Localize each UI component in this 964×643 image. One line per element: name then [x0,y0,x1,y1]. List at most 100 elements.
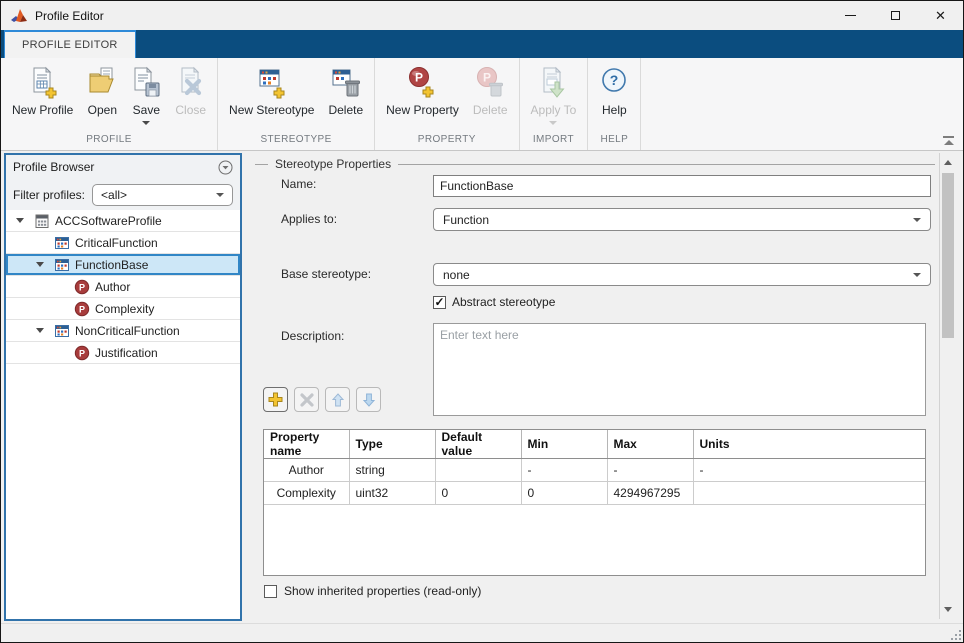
section-title: Stereotype Properties [275,157,391,171]
table-row[interactable]: Complexity uint32 0 0 4294967295 [264,482,925,505]
save-button[interactable]: Save [124,60,168,125]
cell-max[interactable]: 4294967295 [607,482,693,505]
chevron-down-icon [913,273,921,277]
add-property-button[interactable] [263,387,288,412]
column-header[interactable]: Default value [435,430,521,459]
expander-icon[interactable] [36,328,54,333]
cell-max[interactable]: - [607,459,693,482]
ribbon-group-property: P New Property P [375,58,519,150]
close-profile-button[interactable]: Close [168,60,213,117]
delete-property-row-button[interactable] [294,387,319,412]
tree-item-author[interactable]: P Author [6,276,240,298]
tree-item-complexity[interactable]: P Complexity [6,298,240,320]
new-profile-button[interactable]: New Profile [5,60,80,117]
profile-icon [34,213,50,229]
new-stereotype-button[interactable]: New Stereotype [222,60,321,117]
profile-browser-panel: Profile Browser Filter profiles: <all> [4,153,242,621]
save-dropdown-caret-icon[interactable] [142,121,150,125]
chevron-down-icon [913,218,921,222]
tree-item-functionbase[interactable]: FunctionBase [6,254,240,276]
cell-type[interactable]: string [349,459,435,482]
column-header[interactable]: Property name [264,430,349,459]
applies-to-value: Function [443,213,489,227]
help-button[interactable]: ? Help [592,60,636,117]
tree-item-noncriticalfunction[interactable]: NonCriticalFunction [6,320,240,342]
name-field[interactable] [433,175,931,197]
scroll-up-button[interactable] [940,155,956,170]
minimize-button[interactable] [828,1,873,30]
apply-to-dropdown-caret-icon [549,121,557,125]
cell-property-name[interactable]: Complexity [264,482,349,505]
help-icon: ? [599,64,629,100]
open-folder-icon [87,64,117,100]
new-property-icon: P [406,64,438,100]
name-label: Name: [281,177,316,191]
column-header[interactable]: Min [521,430,607,459]
tree-item-label: CriticalFunction [75,236,158,250]
resize-grip[interactable] [949,628,961,640]
description-textarea[interactable] [433,323,926,416]
tree-item-label: ACCSoftwareProfile [55,214,162,228]
open-button[interactable]: Open [80,60,124,117]
abstract-stereotype-checkbox[interactable]: ✓ [433,296,446,309]
tree-item-criticalfunction[interactable]: CriticalFunction [6,232,240,254]
tree-item-accsoftwareprofile[interactable]: ACCSoftwareProfile [6,210,240,232]
cell-default-value[interactable]: 0 [435,482,521,505]
tab-profile-editor[interactable]: PROFILE EDITOR [4,30,136,58]
column-header[interactable]: Units [693,430,925,459]
svg-text:P: P [79,304,85,314]
matlab-logo-icon [10,8,28,24]
cell-type[interactable]: uint32 [349,482,435,505]
cell-units[interactable]: - [693,459,925,482]
panel-menu-icon[interactable] [218,160,233,175]
delete-stereotype-button[interactable]: Delete [321,60,370,117]
collapse-ribbon-button[interactable] [943,136,954,145]
move-down-button[interactable] [356,387,381,412]
svg-text:P: P [79,282,85,292]
triangle-up-icon [944,160,952,165]
cell-default-value[interactable] [435,459,521,482]
cell-min[interactable]: 0 [521,482,607,505]
button-label: Delete [328,103,363,117]
applies-to-dropdown[interactable]: Function [433,208,931,231]
cell-units[interactable] [693,482,925,505]
filter-profiles-label: Filter profiles: [13,188,85,202]
ribbon-group-label: PROFILE [5,131,213,150]
column-header[interactable]: Type [349,430,435,459]
ribbon-group-label: HELP [592,131,636,150]
maximize-button[interactable] [873,1,918,30]
tree-item-justification[interactable]: P Justification [6,342,240,364]
new-property-button[interactable]: P New Property [379,60,466,117]
button-label: New Property [386,103,459,117]
scroll-down-button[interactable] [940,602,956,617]
plus-icon [268,392,283,407]
expander-icon[interactable] [36,262,54,267]
minimize-icon [845,15,856,16]
show-inherited-checkbox[interactable]: ✓ [264,585,277,598]
ribbon-group-stereotype: New Stereotype Dele [218,58,375,150]
stereotype-icon [54,257,70,273]
close-button[interactable]: ✕ [918,1,963,30]
profile-editor-window: Profile Editor ✕ PROFILE EDITOR [0,0,964,643]
button-label: Open [88,103,117,117]
scrollbar-thumb[interactable] [942,173,954,338]
ribbon-group-help: ? Help HELP [588,58,641,150]
filter-profiles-dropdown[interactable]: <all> [92,184,233,206]
stereotype-icon [54,235,70,251]
svg-text:P: P [79,348,85,358]
property-icon: P [74,301,90,317]
cell-min[interactable]: - [521,459,607,482]
move-up-button[interactable] [325,387,350,412]
apply-to-button[interactable]: Apply To [524,60,584,125]
vertical-scrollbar[interactable] [939,153,956,619]
column-header[interactable]: Max [607,430,693,459]
table-row[interactable]: Author string - - - [264,459,925,482]
delete-property-button[interactable]: P Delete [466,60,515,117]
base-stereotype-label: Base stereotype: [281,267,371,281]
base-stereotype-dropdown[interactable]: none [433,263,931,286]
stereotype-properties-panel: Stereotype Properties Name: Applies to: … [247,151,937,624]
expander-icon[interactable] [16,218,34,223]
profile-browser-title: Profile Browser [13,160,94,174]
arrow-up-icon [331,393,345,407]
cell-property-name[interactable]: Author [264,459,349,482]
